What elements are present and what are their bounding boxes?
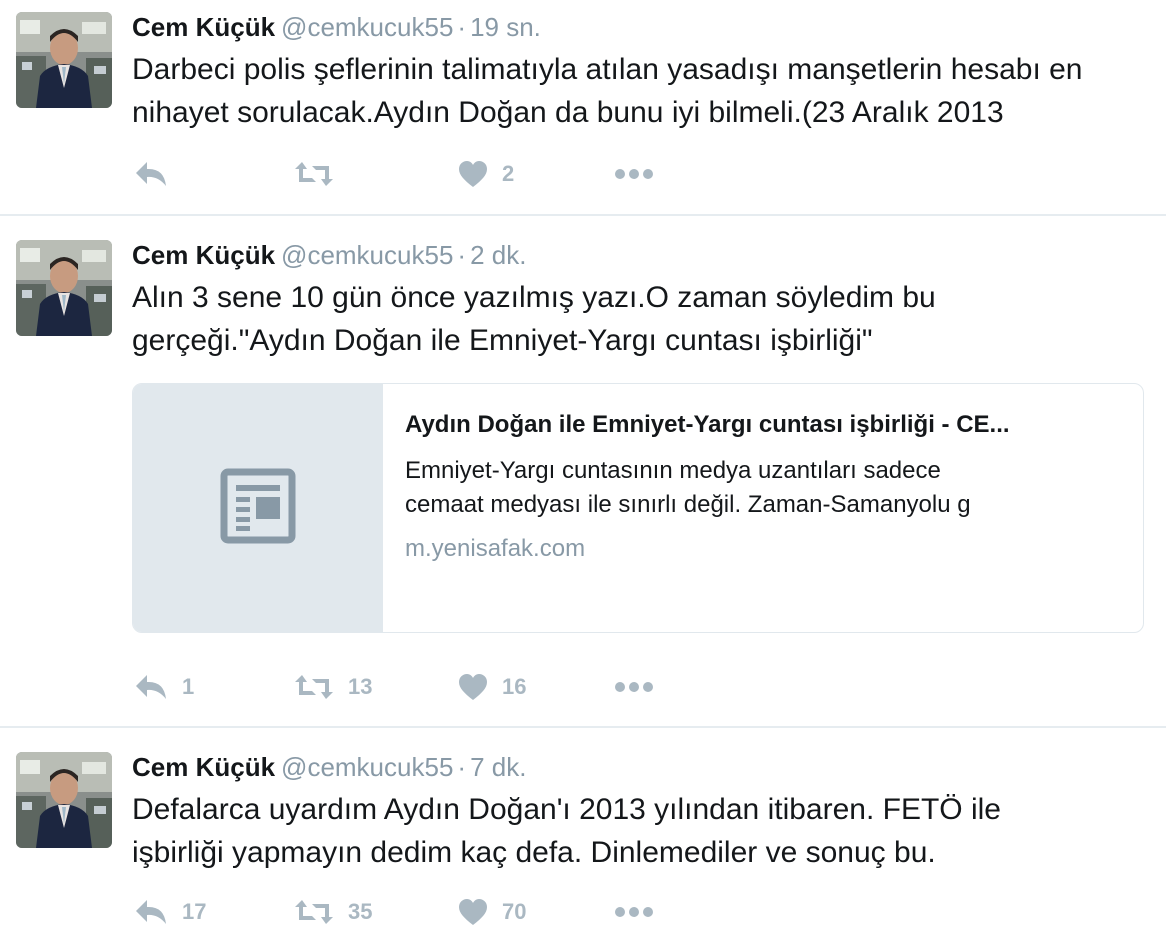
tweet-actions: 17 35 70 [132,894,732,930]
like-count: 2 [502,161,515,186]
like-count: 16 [502,674,527,699]
tweet-actions: 2 [132,156,732,192]
tweet-text-line: Darbeci polis şeflerinin talimatıyla atı… [132,53,1083,86]
tweet-header: Cem Küçük @cemkucuk55 · 2 dk. [132,240,526,270]
like-button[interactable]: 16 [458,669,526,705]
heart-icon [458,160,488,188]
tweet-text: Darbeci polis şeflerinin talimatıyla atı… [132,48,1152,134]
heart-icon [458,673,488,701]
reply-count: 1 [182,674,195,699]
like-button[interactable]: 2 [458,156,514,192]
reply-button[interactable]: 17 [134,894,206,930]
tweet-text-line: gerçeği."Aydın Doğan ile Emniyet-Yargı c… [132,324,873,357]
heart-icon [458,898,488,926]
author-handle[interactable]: @cemkucuk55 [281,12,453,42]
separator-dot: · [457,240,467,270]
reply-button[interactable] [134,156,182,192]
retweet-button[interactable]: 35 [294,894,372,930]
tweet-header: Cem Küçük @cemkucuk55 · 19 sn. [132,12,541,42]
reply-count: 17 [182,899,207,924]
tweet-text-line: Alın 3 sene 10 gün önce yazılmış yazı.O … [132,281,936,314]
reply-icon [134,160,168,188]
retweet-button[interactable]: 13 [294,669,372,705]
tweet-text-line: işbirliği yapmayın dedim kaç defa. Dinle… [132,836,936,869]
card-description-line: Emniyet-Yargı cuntasının medya uzantılar… [405,457,941,484]
timestamp[interactable]: 19 sn. [470,12,541,42]
link-preview-card[interactable]: Aydın Doğan ile Emniyet-Yargı cuntası iş… [132,383,1144,633]
retweet-count: 13 [348,674,373,699]
avatar[interactable] [16,752,112,848]
author-name[interactable]: Cem Küçük [132,752,275,782]
card-description-line: cemaat medyası ile sınırlı değil. Zaman-… [405,491,971,518]
more-button[interactable] [614,156,654,192]
tweet[interactable]: Cem Küçük @cemkucuk55 · 19 sn. Darbeci poli… [0,0,1166,214]
tweet[interactable]: Cem Küçük @cemkucuk55 · 7 dk. Defalarca uya… [0,728,1166,916]
more-icon [614,168,654,180]
separator-dot: · [457,12,467,42]
retweet-icon [294,898,334,926]
retweet-icon [294,160,334,188]
like-count: 70 [502,899,527,924]
avatar[interactable] [16,12,112,108]
tweet-header: Cem Küçük @cemkucuk55 · 7 dk. [132,752,526,782]
author-handle[interactable]: @cemkucuk55 [281,752,453,782]
reply-button[interactable]: 1 [134,669,194,705]
tweet-text-line: nihayet sorulacak.Aydın Doğan da bunu iy… [132,96,1004,129]
card-title[interactable]: Aydın Doğan ile Emniyet-Yargı cuntası iş… [405,410,1125,440]
author-handle[interactable]: @cemkucuk55 [281,240,453,270]
more-icon [614,681,654,693]
separator-dot: · [457,752,467,782]
tweet-text: Defalarca uyardım Aydın Doğan'ı 2013 yıl… [132,788,1152,874]
timestamp[interactable]: 2 dk. [470,240,526,270]
avatar[interactable] [16,240,112,336]
timestamp[interactable]: 7 dk. [470,752,526,782]
retweet-icon [294,673,334,701]
retweet-count: 35 [348,899,373,924]
more-button[interactable] [614,894,654,930]
reply-icon [134,898,168,926]
like-button[interactable]: 70 [458,894,526,930]
tweet-text-line: Defalarca uyardım Aydın Doğan'ı 2013 yıl… [132,793,1001,826]
card-description: Emniyet-Yargı cuntasının medya uzantılar… [405,454,1125,522]
tweet-actions: 1 13 16 [132,669,732,705]
reply-icon [134,673,168,701]
author-name[interactable]: Cem Küçük [132,12,275,42]
card-thumbnail [133,384,383,632]
tweet-text: Alın 3 sene 10 gün önce yazılmış yazı.O … [132,276,1152,362]
article-icon [220,468,296,549]
more-button[interactable] [614,669,654,705]
retweet-button[interactable] [294,156,348,192]
author-name[interactable]: Cem Küçük [132,240,275,270]
card-domain: m.yenisafak.com [405,535,586,562]
more-icon [614,906,654,918]
